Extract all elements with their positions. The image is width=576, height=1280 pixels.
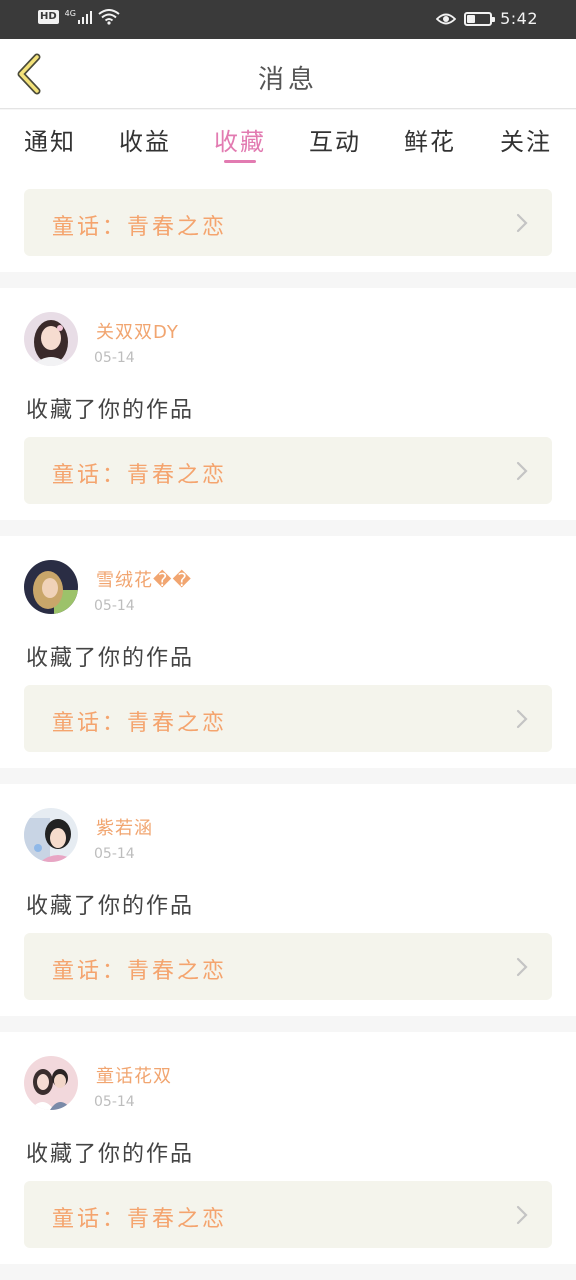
tab-following[interactable]: 关注 (488, 122, 564, 157)
battery-icon (464, 11, 496, 26)
username[interactable]: 雪绒花�� (96, 566, 192, 592)
work-link[interactable]: 童话：青春之恋 (24, 189, 552, 256)
work-title: 童话：青春之恋 (52, 1207, 228, 1232)
status-right: 5:42 (436, 9, 538, 28)
username[interactable]: 紫若涵 (96, 814, 153, 840)
wifi-icon (98, 9, 120, 25)
tab-active-indicator (224, 160, 256, 163)
work-link[interactable]: 童话：青春之恋 (24, 437, 552, 504)
chevron-right-icon (516, 709, 528, 729)
message-card: 雪绒花�� 05-14 收藏了你的作品 童话：青春之恋 (0, 536, 576, 768)
tab-notifications[interactable]: 通知 (12, 122, 88, 157)
username[interactable]: 关双双DY (96, 318, 179, 344)
message-date: 05-14 (94, 350, 135, 366)
chevron-right-icon (516, 213, 528, 233)
status-time: 5:42 (500, 9, 538, 28)
work-title: 童话：青春之恋 (52, 463, 228, 488)
message-card: 童话花双 05-14 收藏了你的作品 童话：青春之恋 (0, 1032, 576, 1264)
hd-badge: HD (38, 10, 59, 24)
tab-earnings[interactable]: 收益 (107, 122, 183, 157)
chevron-right-icon (516, 957, 528, 977)
work-link[interactable]: 童话：青春之恋 (24, 685, 552, 752)
eye-icon (436, 13, 457, 24)
work-link[interactable]: 童话：青春之恋 (24, 1181, 552, 1248)
avatar-costume-icon[interactable] (24, 808, 78, 862)
action-text: 收藏了你的作品 (26, 894, 195, 919)
chevron-right-icon (516, 461, 528, 481)
nav-bar: 消息 (0, 39, 576, 109)
tab-interactions[interactable]: 互动 (297, 122, 373, 157)
battery-fill (467, 14, 476, 23)
tab-favorites[interactable]: 收藏 (202, 122, 278, 157)
username[interactable]: 童话花双 (96, 1062, 172, 1088)
tab-flowers[interactable]: 鲜花 (392, 122, 468, 157)
work-title: 童话：青春之恋 (52, 711, 228, 736)
top-item: 童话：青春之恋 (0, 172, 576, 272)
status-bar: HD 4G 5:42 (0, 0, 576, 39)
work-title: 童话：青春之恋 (52, 959, 228, 984)
network-label: 4G (64, 9, 76, 18)
action-text: 收藏了你的作品 (26, 398, 195, 423)
signal-icon (77, 10, 92, 24)
tab-bar: 通知 收益 收藏 互动 鲜花 关注 (0, 110, 576, 172)
avatar-child-icon[interactable] (24, 560, 78, 614)
work-title: 童话：青春之恋 (52, 215, 228, 240)
chevron-right-icon (516, 1205, 528, 1225)
page-title: 消息 (257, 65, 318, 95)
message-card: 紫若涵 05-14 收藏了你的作品 童话：青春之恋 (0, 784, 576, 1016)
action-text: 收藏了你的作品 (26, 1142, 195, 1167)
action-text: 收藏了你的作品 (26, 646, 195, 671)
message-date: 05-14 (94, 846, 135, 862)
avatar-girl-icon[interactable] (24, 312, 78, 366)
work-link[interactable]: 童话：青春之恋 (24, 933, 552, 1000)
message-date: 05-14 (94, 1094, 135, 1110)
avatar-couple-icon[interactable] (24, 1056, 78, 1110)
message-date: 05-14 (94, 598, 135, 614)
message-card: 关双双DY 05-14 收藏了你的作品 童话：青春之恋 (0, 288, 576, 520)
status-left: HD 4G (38, 9, 120, 25)
